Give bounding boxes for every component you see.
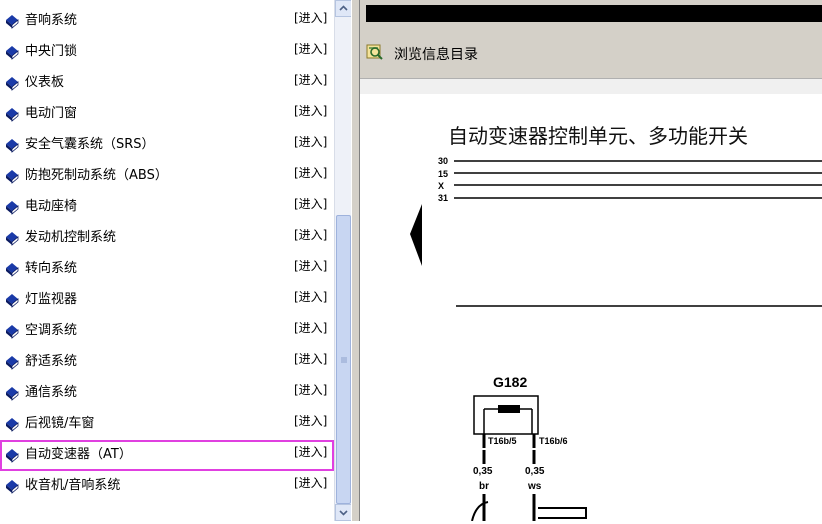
- toolbar-divider: [360, 78, 822, 94]
- list-item[interactable]: 音响系统 [进入]: [0, 6, 334, 37]
- list-item-label: 舒适系统: [25, 354, 78, 369]
- bus-label-x: X: [438, 181, 444, 191]
- enter-link[interactable]: [进入]: [294, 383, 327, 397]
- list-item[interactable]: 转向系统 [进入]: [0, 254, 334, 285]
- enter-link[interactable]: [进入]: [294, 321, 327, 335]
- connector-right-label: T16b/6: [539, 436, 568, 446]
- list-item-label: 音响系统: [25, 13, 78, 28]
- list-item[interactable]: 中央门锁 [进入]: [0, 37, 334, 68]
- header-strip: [366, 5, 822, 22]
- book-icon: [6, 263, 19, 277]
- system-list-pane: 音响系统 [进入] 中央门锁 [进入] 仪表板 [进入] 电动门窗 [进入] 安全气囊系统（SR…: [0, 0, 334, 521]
- wire-right-size: 0,35: [525, 466, 545, 477]
- viewer-toolbar: 浏览信息目录: [360, 30, 822, 78]
- enter-link[interactable]: [进入]: [294, 259, 327, 273]
- bus-lines: 30 15 X 31: [438, 156, 822, 203]
- enter-link[interactable]: [进入]: [294, 445, 327, 459]
- list-item[interactable]: 发动机控制系统 [进入]: [0, 223, 334, 254]
- list-item-label: 中央门锁: [25, 44, 78, 59]
- list-item[interactable]: 电动座椅 [进入]: [0, 192, 334, 223]
- book-icon: [6, 15, 19, 29]
- book-icon: [6, 480, 19, 494]
- book-icon: [6, 418, 19, 432]
- enter-link[interactable]: [进入]: [294, 73, 327, 87]
- book-icon: [6, 449, 19, 463]
- book-icon: [6, 232, 19, 246]
- list-item[interactable]: 防抱死制动系统（ABS） [进入]: [0, 161, 334, 192]
- list-item[interactable]: 自动变速器（AT） [进入]: [0, 440, 334, 471]
- list-item-label: 发动机控制系统: [25, 230, 117, 245]
- document-viewer: 浏览信息目录 自动变速器控制单元、多功能开关 30 15 X 31 G182 T…: [360, 0, 822, 521]
- list-item-label: 转向系统: [25, 261, 78, 276]
- wire-left-color: br: [479, 481, 489, 492]
- book-icon: [6, 170, 19, 184]
- enter-link[interactable]: [进入]: [294, 42, 327, 56]
- pane-splitter[interactable]: [351, 0, 360, 521]
- page-back-arrow: [410, 204, 422, 266]
- component-label: G182: [493, 374, 527, 390]
- wiring-diagram: 30 15 X 31 G182 T16b/5 T16b/6 0,35 0,35 …: [410, 156, 822, 521]
- list-item-label: 收音机/音响系统: [25, 478, 121, 493]
- book-icon: [6, 294, 19, 308]
- enter-link[interactable]: [进入]: [294, 11, 327, 25]
- scroll-down-button[interactable]: [335, 504, 352, 521]
- enter-link[interactable]: [进入]: [294, 135, 327, 149]
- enter-link[interactable]: [进入]: [294, 290, 327, 304]
- book-icon: [6, 387, 19, 401]
- enter-link[interactable]: [进入]: [294, 166, 327, 180]
- list-item[interactable]: 空调系统 [进入]: [0, 316, 334, 347]
- book-icon: [6, 356, 19, 370]
- list-item-label: 电动座椅: [25, 199, 78, 214]
- book-icon: [6, 46, 19, 60]
- sensor-icon: [498, 405, 520, 413]
- list-item[interactable]: 舒适系统 [进入]: [0, 347, 334, 378]
- book-icon: [6, 77, 19, 91]
- browse-catalog-link[interactable]: 浏览信息目录: [394, 44, 478, 64]
- enter-link[interactable]: [进入]: [294, 197, 327, 211]
- list-item[interactable]: 后视镜/车窗 [进入]: [0, 409, 334, 440]
- list-item-label: 仪表板: [25, 75, 65, 90]
- scroll-thumb[interactable]: [336, 215, 351, 504]
- list-item-label: 通信系统: [25, 385, 78, 400]
- grip-icon: [341, 357, 347, 363]
- chevron-down-icon: [339, 510, 348, 516]
- list-item-label: 电动门窗: [25, 106, 78, 121]
- enter-link[interactable]: [进入]: [294, 104, 327, 118]
- book-icon: [6, 201, 19, 215]
- list-item-label: 自动变速器（AT）: [25, 447, 132, 462]
- scroll-up-button[interactable]: [335, 0, 352, 17]
- list-item[interactable]: 仪表板 [进入]: [0, 68, 334, 99]
- enter-link[interactable]: [进入]: [294, 414, 327, 428]
- list-item-label: 灯监视器: [25, 292, 78, 307]
- book-icon: [6, 325, 19, 339]
- book-icon: [6, 108, 19, 122]
- wire-right-color: ws: [527, 481, 542, 492]
- connector-left-label: T16b/5: [488, 436, 517, 446]
- chevron-up-icon: [339, 5, 348, 11]
- bus-label-30: 30: [438, 156, 448, 166]
- list-item[interactable]: 收音机/音响系统 [进入]: [0, 471, 334, 502]
- list-item-label: 防抱死制动系统（ABS）: [25, 168, 168, 183]
- list-item-label: 空调系统: [25, 323, 78, 338]
- list-item-label: 安全气囊系统（SRS）: [25, 137, 155, 152]
- list-item[interactable]: 灯监视器 [进入]: [0, 285, 334, 316]
- browse-catalog-icon[interactable]: [366, 43, 384, 61]
- list-item[interactable]: 电动门窗 [进入]: [0, 99, 334, 130]
- bus-label-15: 15: [438, 169, 448, 179]
- viewer-header: [360, 0, 822, 30]
- book-icon: [6, 139, 19, 153]
- enter-link[interactable]: [进入]: [294, 228, 327, 242]
- list-item-label: 后视镜/车窗: [25, 416, 95, 431]
- list-item[interactable]: 安全气囊系统（SRS） [进入]: [0, 130, 334, 161]
- bus-label-31: 31: [438, 193, 448, 203]
- list-scrollbar[interactable]: [334, 0, 352, 521]
- wire-left-size: 0,35: [473, 466, 493, 477]
- enter-link[interactable]: [进入]: [294, 476, 327, 490]
- list-item[interactable]: 通信系统 [进入]: [0, 378, 334, 409]
- enter-link[interactable]: [进入]: [294, 352, 327, 366]
